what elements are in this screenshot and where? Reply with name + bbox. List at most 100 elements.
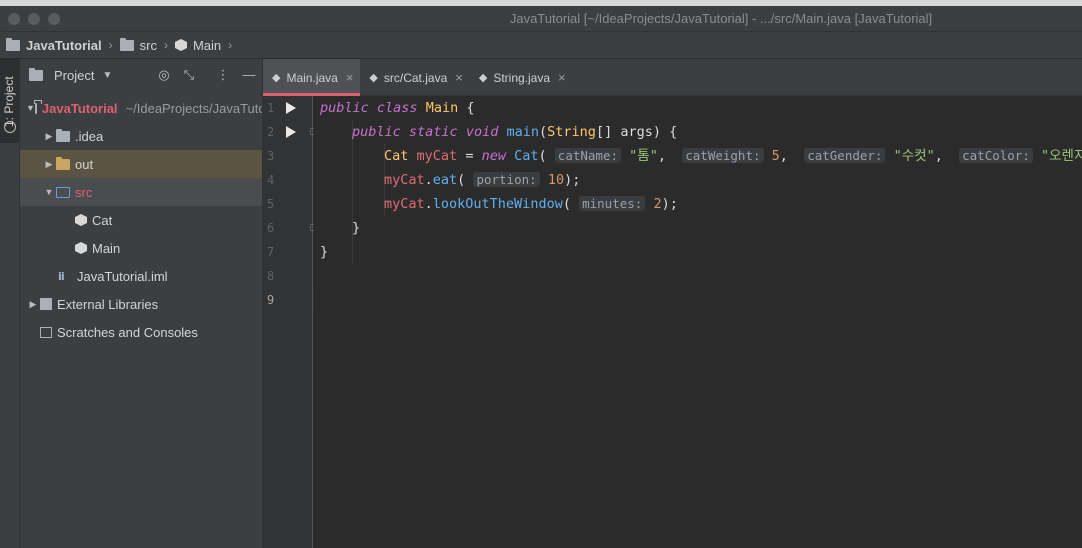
iml-file-icon: ⅱ [58, 270, 65, 283]
collapsed-arrow-icon: ▶ [45, 158, 53, 169]
variable: myCat [384, 196, 425, 212]
locate-icon[interactable]: ◎ [157, 68, 171, 82]
parameter-hint: catName: [554, 148, 622, 163]
punctuation: ( [538, 148, 547, 164]
tab-cat-java[interactable]: ◆ src/Cat.java × [360, 59, 469, 96]
class-icon: ◆ [369, 72, 378, 84]
parameter-hint: portion: [473, 172, 540, 187]
line-number: 2 [267, 125, 275, 139]
punctuation: { [466, 100, 475, 116]
run-class-icon[interactable] [286, 102, 296, 114]
breadcrumb-folder[interactable]: src [119, 37, 157, 53]
project-panel-header: Project ▼ ◎ ⤡ ⋮ — [20, 59, 262, 92]
line-number: 8 [267, 269, 275, 283]
tree-item-root[interactable]: ▼ JavaTutorial ~/IdeaProjects/JavaTutori… [20, 94, 262, 122]
line-number: 7 [267, 245, 275, 259]
tab-string-java[interactable]: ◆ String.java × [470, 59, 573, 96]
chevron-right-icon: › [228, 38, 233, 52]
string-literal: "수컷" [893, 148, 935, 164]
method-name: lookOutTheWindow [432, 196, 563, 212]
string-literal: "톰" [629, 148, 658, 164]
close-icon[interactable]: × [455, 70, 463, 85]
string-literal: "오렌지" [1041, 148, 1082, 164]
punctuation: ( [539, 124, 548, 140]
keyword: class [376, 100, 418, 116]
code-line-4: myCat.eat( portion: 10); [384, 172, 581, 188]
tab-label: Main.java [286, 70, 338, 85]
class-icon: ◆ [478, 72, 488, 84]
tree-item-idea[interactable]: ▶ .idea [20, 122, 262, 150]
chevron-down-icon[interactable]: ▼ [102, 70, 112, 81]
project-view-selector[interactable]: Project [54, 68, 94, 83]
close-icon[interactable]: × [558, 70, 566, 85]
tab-main-java[interactable]: ◆ Main.java × [263, 59, 361, 96]
tree-item-label: src [75, 184, 93, 200]
source-folder-icon [56, 186, 70, 198]
scratches-icon [40, 326, 52, 338]
chevron-right-icon: › [108, 38, 113, 52]
tree-item-external-libraries[interactable]: ▶ External Libraries [20, 290, 262, 318]
type-name: String [547, 124, 596, 140]
keyword: new [481, 148, 506, 164]
code-line-7: } [320, 240, 328, 264]
class-icon [174, 39, 187, 51]
variable: myCat [416, 148, 458, 164]
tab-label: String.java [493, 70, 551, 85]
tree-item-label: Cat [92, 212, 113, 228]
breadcrumb-file[interactable]: Main [174, 38, 221, 53]
line-number: 1 [267, 101, 275, 115]
punctuation: = [465, 148, 474, 164]
tree-item-iml[interactable]: ⅱ JavaTutorial.iml [20, 262, 262, 290]
code-line-5: myCat.lookOutTheWindow( minutes: 2); [384, 196, 678, 212]
code-editor[interactable]: public class Main { public static void m… [314, 96, 1082, 548]
editor-gutter: 1 2 3 4 5 6 7 8 9 [263, 96, 317, 548]
number-literal: 10 [547, 172, 565, 188]
run-main-icon[interactable] [286, 126, 296, 138]
punctuation: ); [564, 172, 581, 188]
project-tool-label: 1: Project [2, 76, 16, 127]
close-icon[interactable]: × [346, 70, 354, 85]
punctuation: } [320, 244, 329, 260]
tree-item-out[interactable]: ▶ out [20, 150, 262, 178]
library-icon [40, 298, 52, 310]
tree-item-path: ~/IdeaProjects/JavaTutorial [125, 100, 262, 116]
excluded-folder-icon [56, 156, 70, 170]
tree-item-main[interactable]: Main [20, 234, 262, 262]
parameter-hint: catGender: [804, 148, 886, 163]
tree-item-label: Scratches and Consoles [57, 324, 198, 340]
class-name: Main [425, 100, 459, 116]
folder-icon [119, 37, 134, 51]
tree-item-label: Main [92, 240, 121, 256]
class-icon [75, 242, 87, 254]
class-icon: ◆ [272, 72, 281, 84]
breadcrumb: JavaTutorial › src › Main › [0, 32, 1082, 59]
number-literal: 2 [653, 196, 662, 212]
parameter-hint: minutes: [579, 196, 646, 211]
type-name: Cat [384, 148, 409, 164]
project-view-icon [29, 68, 43, 81]
line-number-current: 9 [267, 293, 275, 307]
method-name: main [506, 124, 540, 140]
tree-item-scratches[interactable]: Scratches and Consoles [20, 318, 262, 346]
expanded-arrow-icon: ▼ [26, 103, 35, 113]
breadcrumb-project[interactable]: JavaTutorial [6, 37, 102, 53]
line-number: 6 [267, 221, 275, 235]
tree-item-src[interactable]: ▼ src [20, 178, 262, 206]
keyword: static [408, 124, 458, 140]
editor-tabs: ◆ Main.java × ◆ src/Cat.java × ◆ String.… [263, 59, 1082, 96]
punctuation: } [352, 220, 361, 236]
tree-item-cat[interactable]: Cat [20, 206, 262, 234]
project-tool-tab[interactable]: 1: Project [0, 59, 20, 143]
tree-item-label: External Libraries [57, 296, 159, 312]
expanded-arrow-icon: ▼ [44, 187, 54, 197]
code-line-3: Cat myCat = new Cat( catName: "톰", catWe… [384, 144, 1082, 168]
options-icon[interactable]: ⋮ [216, 68, 230, 82]
tree-item-label: JavaTutorial.iml [77, 268, 168, 284]
collapse-all-icon[interactable]: ⤡ [182, 68, 196, 82]
keyword: public [320, 100, 369, 116]
constructor-name: Cat [514, 148, 539, 164]
line-number: 5 [267, 197, 275, 211]
hide-panel-icon[interactable]: — [242, 68, 256, 82]
code-line-6: } [352, 216, 360, 240]
tree-item-label: JavaTutorial [41, 100, 118, 116]
